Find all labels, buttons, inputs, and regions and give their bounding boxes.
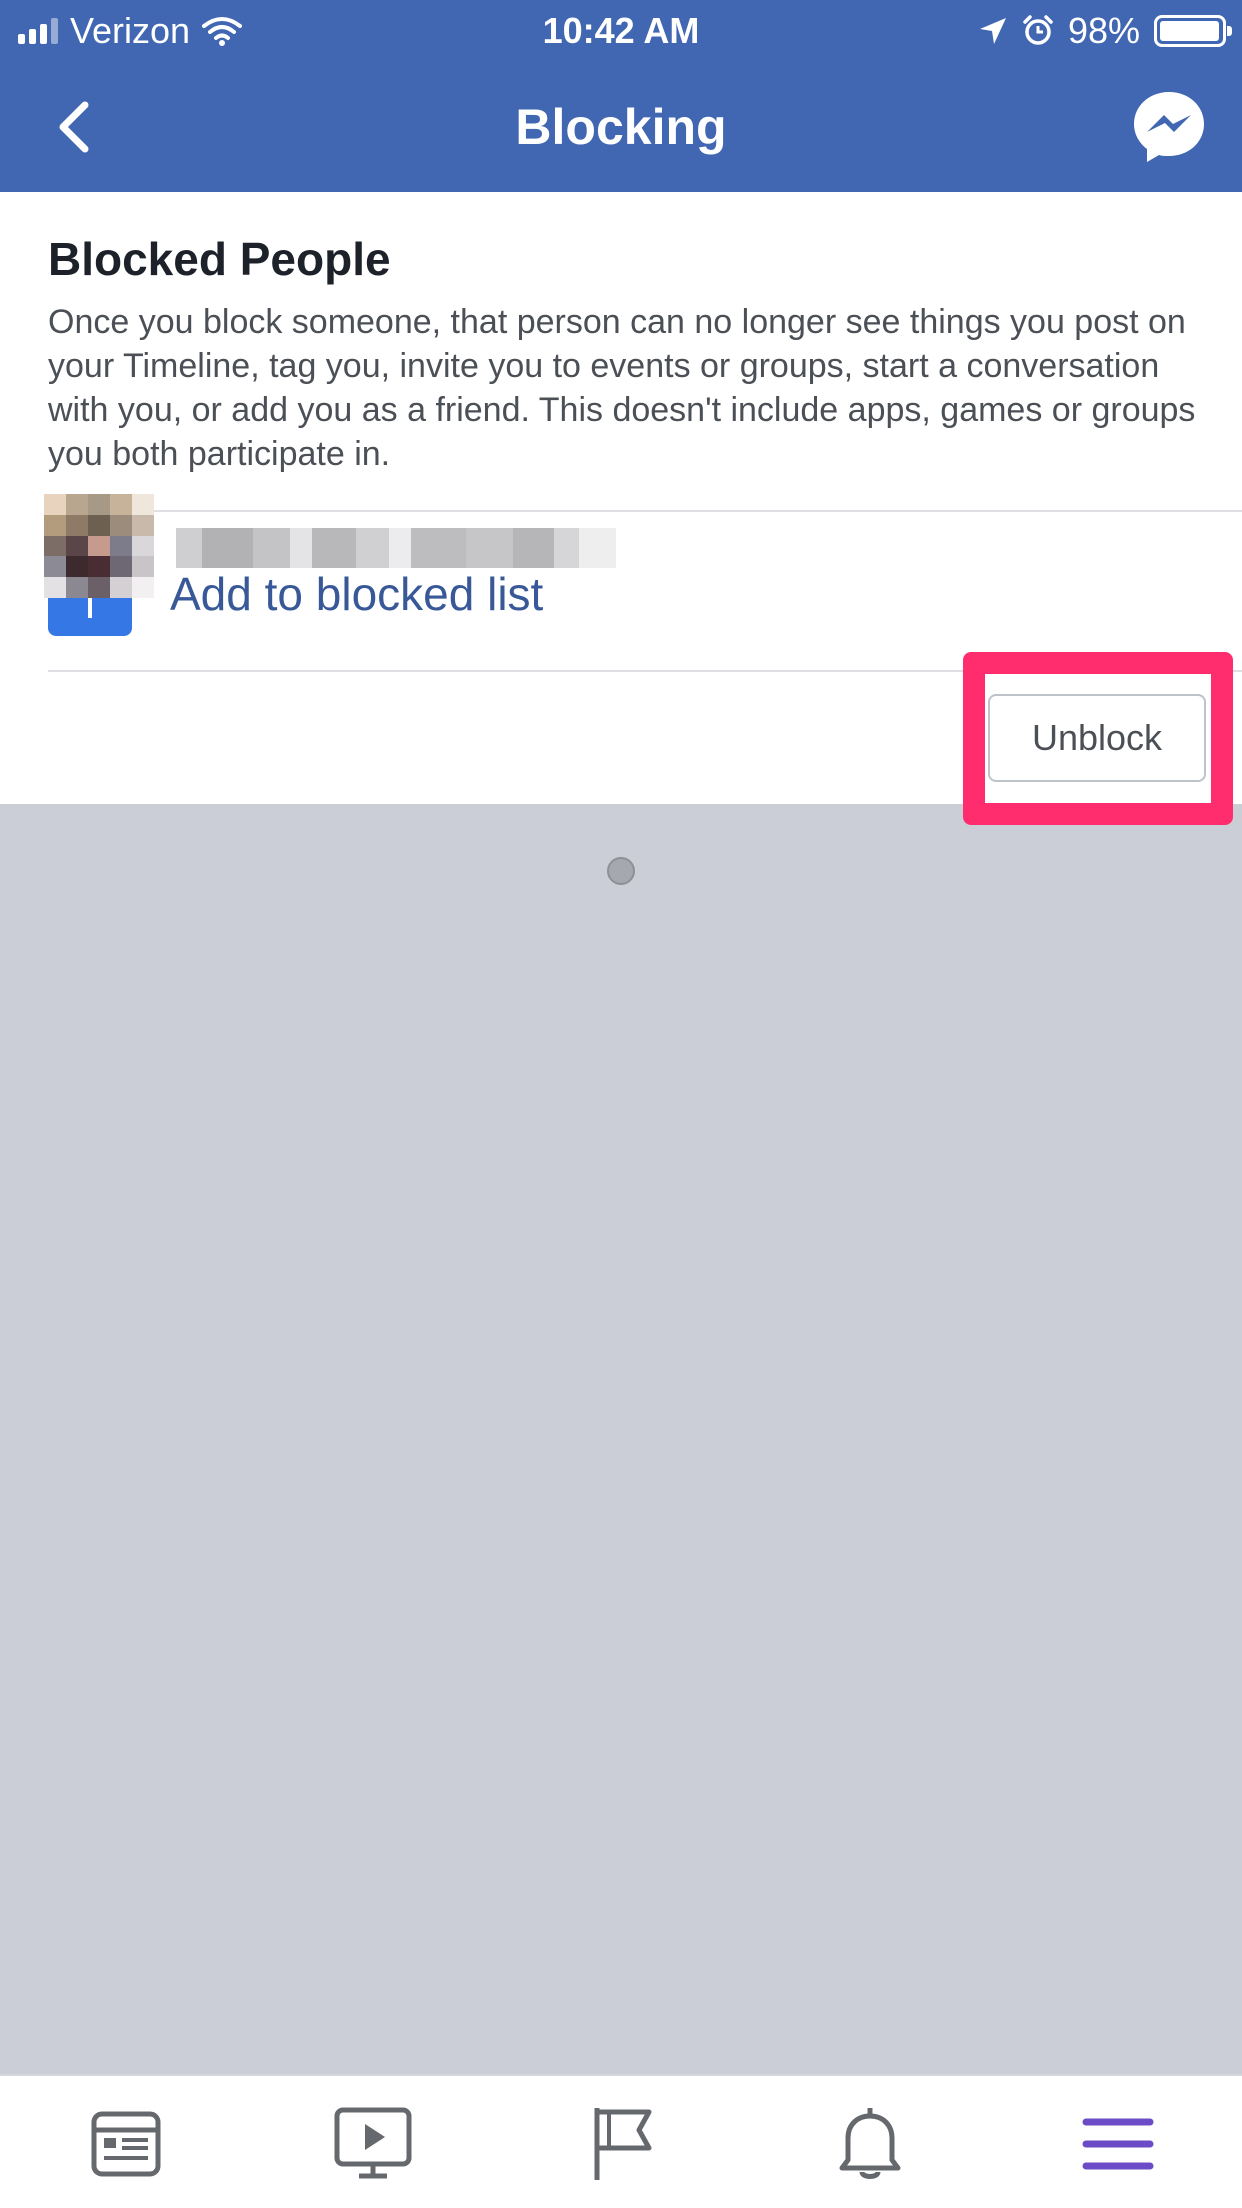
news-feed-icon <box>91 2111 161 2177</box>
messenger-icon <box>1134 92 1204 162</box>
highlight-annotation <box>963 652 1233 825</box>
tab-menu[interactable] <box>1070 2096 1166 2192</box>
blurred-person-name <box>176 528 617 568</box>
status-bar: Verizon 10:42 AM 98% <box>0 0 1242 62</box>
status-right: 98% <box>978 8 1232 54</box>
section-title: Blocked People <box>48 233 391 285</box>
pages-flag-icon <box>594 2108 652 2180</box>
nav-bar: Blocking <box>0 62 1242 192</box>
alarm-icon <box>1023 15 1053 45</box>
section-description: Once you block someone, that person can … <box>48 303 1196 473</box>
messenger-button[interactable] <box>1130 88 1208 166</box>
tab-watch[interactable] <box>325 2096 421 2192</box>
battery-icon <box>1154 15 1232 47</box>
tab-notifications[interactable] <box>822 2096 918 2192</box>
location-arrow-icon <box>979 18 1006 44</box>
avatar <box>44 494 154 598</box>
tab-pages[interactable] <box>575 2096 671 2192</box>
notifications-bell-icon <box>839 2108 901 2179</box>
tab-news-feed[interactable] <box>78 2096 174 2192</box>
tab-bar <box>0 2074 1242 2208</box>
menu-icon <box>1082 2118 1154 2170</box>
watch-icon <box>334 2107 412 2179</box>
page-title: Blocking <box>515 99 727 155</box>
loading-indicator <box>607 857 635 885</box>
battery-percent: 98% <box>1067 10 1140 51</box>
